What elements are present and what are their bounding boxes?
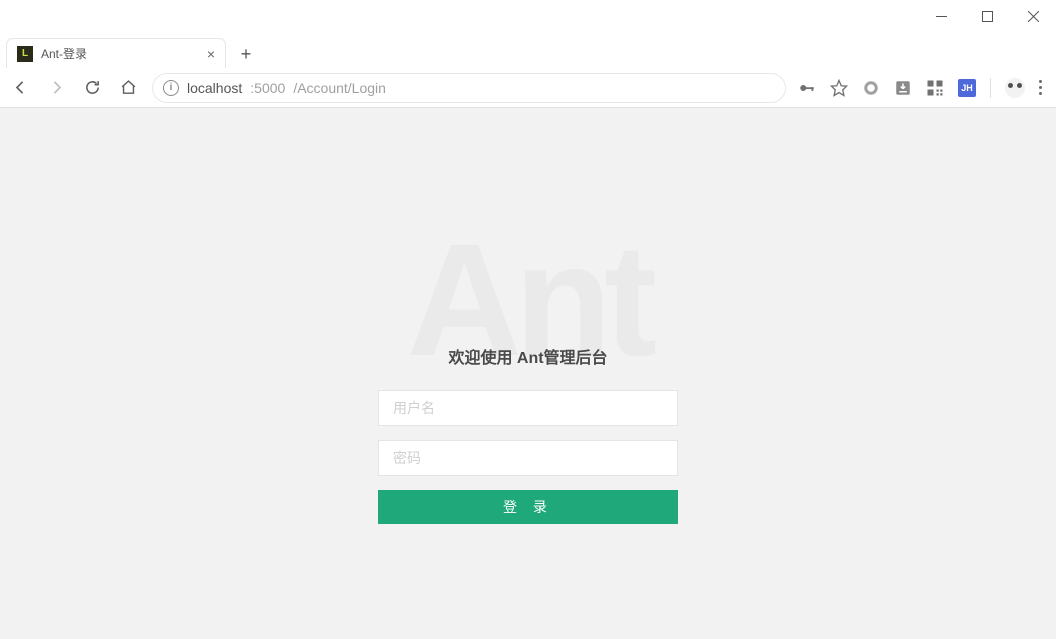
browser-menu-icon[interactable] [1039, 80, 1042, 95]
bookmark-star-icon[interactable] [830, 79, 848, 97]
close-window-button[interactable] [1010, 0, 1056, 32]
site-info-icon[interactable]: i [163, 80, 179, 96]
favicon: L [17, 46, 33, 62]
forward-button[interactable] [44, 76, 68, 100]
toolbar-separator [990, 78, 991, 98]
profile-avatar-icon[interactable] [1005, 78, 1025, 98]
url-host: localhost [187, 80, 242, 96]
new-tab-button[interactable]: + [232, 40, 260, 68]
download-icon[interactable] [894, 79, 912, 97]
password-input[interactable] [378, 440, 678, 476]
address-bar[interactable]: i localhost :5000/Account/Login [152, 73, 786, 103]
login-title: 欢迎使用 Ant管理后台 [448, 344, 607, 368]
qr-icon[interactable] [926, 79, 944, 97]
minimize-button[interactable] [918, 0, 964, 32]
url-port: :5000 [250, 80, 285, 96]
maximize-button[interactable] [964, 0, 1010, 32]
url-path: /Account/Login [293, 80, 386, 96]
tab-strip: L Ant-登录 × + [0, 32, 1056, 68]
password-key-icon[interactable] [798, 79, 816, 97]
home-button[interactable] [116, 76, 140, 100]
browser-toolbar: i localhost :5000/Account/Login JH [0, 68, 1056, 108]
page-viewport: Ant 欢迎使用 Ant管理后台 登 录 [0, 108, 1056, 639]
close-tab-icon[interactable]: × [207, 46, 215, 62]
tab-title: Ant-登录 [41, 45, 199, 62]
extension-jh-badge[interactable]: JH [958, 79, 976, 97]
back-button[interactable] [8, 76, 32, 100]
reload-button[interactable] [80, 76, 104, 100]
extension-circle-icon[interactable] [862, 79, 880, 97]
login-button[interactable]: 登 录 [378, 490, 678, 524]
login-form: 欢迎使用 Ant管理后台 登 录 [378, 344, 678, 524]
browser-tab[interactable]: L Ant-登录 × [6, 38, 226, 68]
window-titlebar [0, 0, 1056, 32]
username-input[interactable] [378, 390, 678, 426]
